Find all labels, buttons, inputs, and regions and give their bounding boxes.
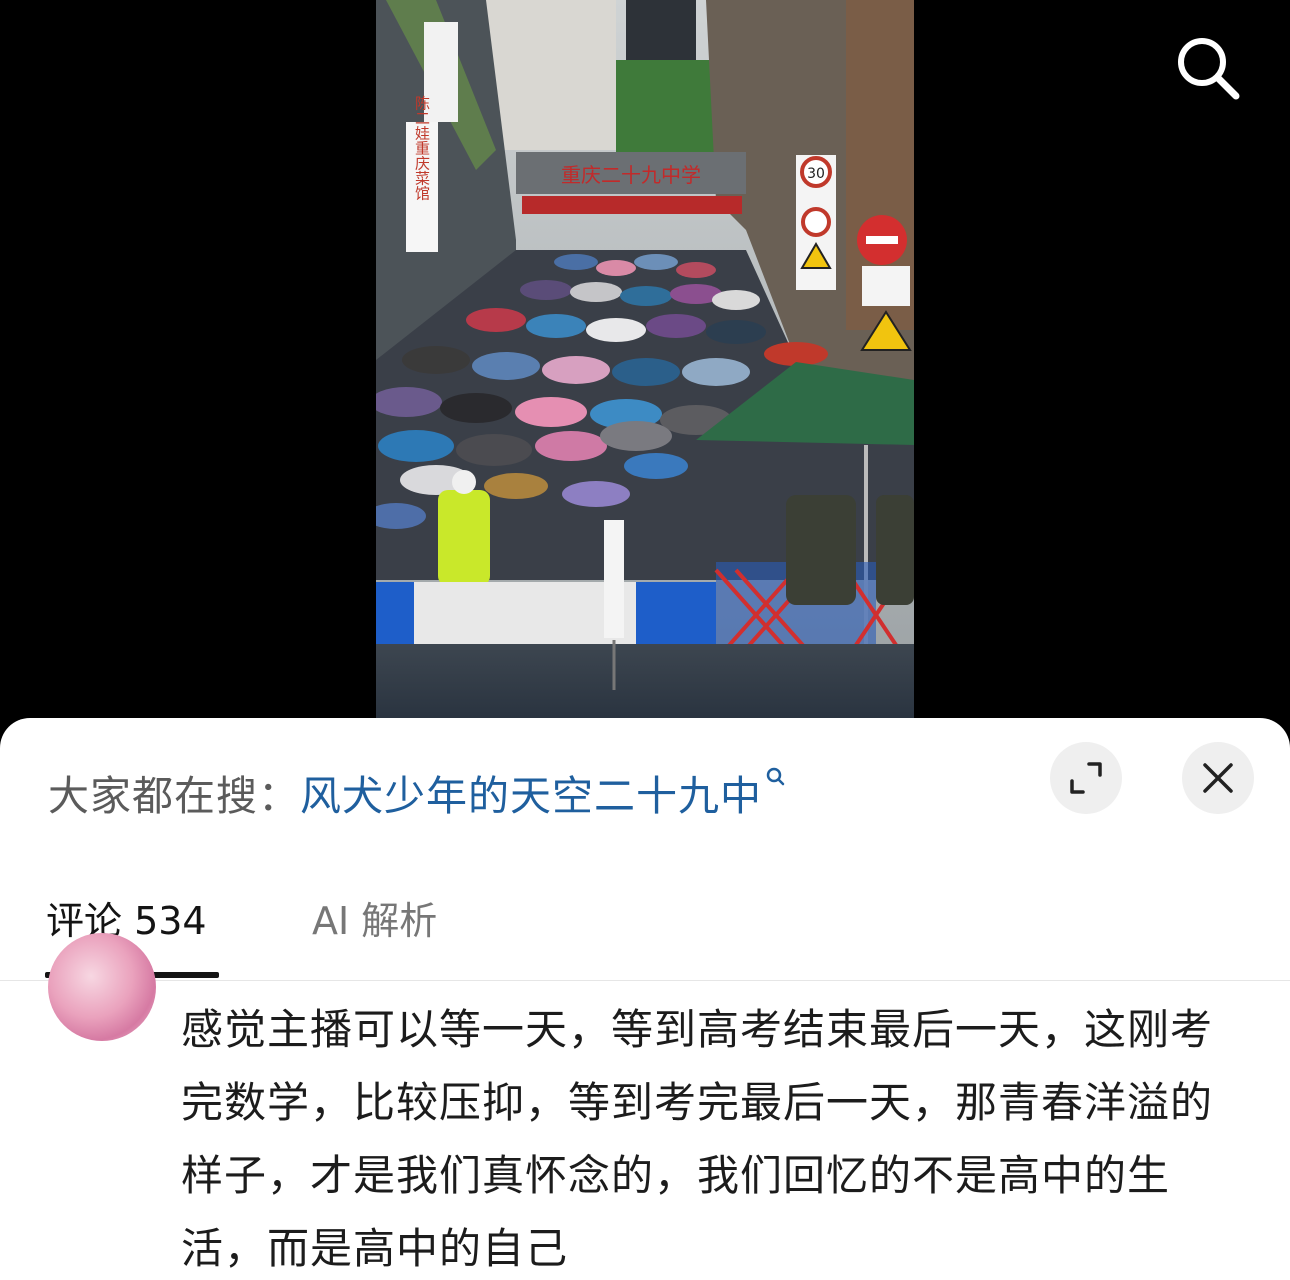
speed-limit-text: 30 xyxy=(807,166,825,182)
close-icon xyxy=(1203,763,1233,793)
search-icon xyxy=(1178,38,1240,100)
post-photo[interactable]: 重庆二十九中学 陈二娃重庆菜馆 30 xyxy=(376,0,914,718)
trending-search-row[interactable]: 大家都在搜： 风犬少年的天空二十九中 xyxy=(48,762,786,822)
expand-button[interactable] xyxy=(1050,742,1122,814)
small-search-icon xyxy=(766,767,785,786)
trending-search-link[interactable]: 风犬少年的天空二十九中 xyxy=(300,762,762,822)
sheet-tabs: 评论 534 AI 解析 xyxy=(0,876,1290,981)
left-shop-sign-text: 陈二娃重庆菜馆 xyxy=(413,95,431,201)
comment-text: 感觉主播可以等一天，等到高考结束最后一天，这刚考完数学，比较压抑，等到考完最后一… xyxy=(181,1005,1214,1273)
trending-search-prefix: 大家都在搜： xyxy=(48,772,300,820)
tab-ai-analysis[interactable]: AI 解析 xyxy=(312,896,437,946)
search-button[interactable] xyxy=(1168,28,1248,108)
avatar[interactable] xyxy=(48,933,156,1041)
street-crowd-photo: 重庆二十九中学 陈二娃重庆菜馆 30 xyxy=(376,0,914,718)
comments-sheet: 大家都在搜： 风犬少年的天空二十九中 评论 534 AI 解析 感觉主播可以等一… xyxy=(0,718,1290,1280)
media-viewer[interactable]: 重庆二十九中学 陈二娃重庆菜馆 30 xyxy=(0,0,1290,718)
comment-item[interactable]: 感觉主播可以等一天，等到高考结束最后一天，这刚考完数学，比较压抑，等到考完最后一… xyxy=(0,933,1290,1280)
close-button[interactable] xyxy=(1182,742,1254,814)
gate-banner-text: 重庆二十九中学 xyxy=(561,163,701,187)
expand-icon xyxy=(1070,762,1102,794)
